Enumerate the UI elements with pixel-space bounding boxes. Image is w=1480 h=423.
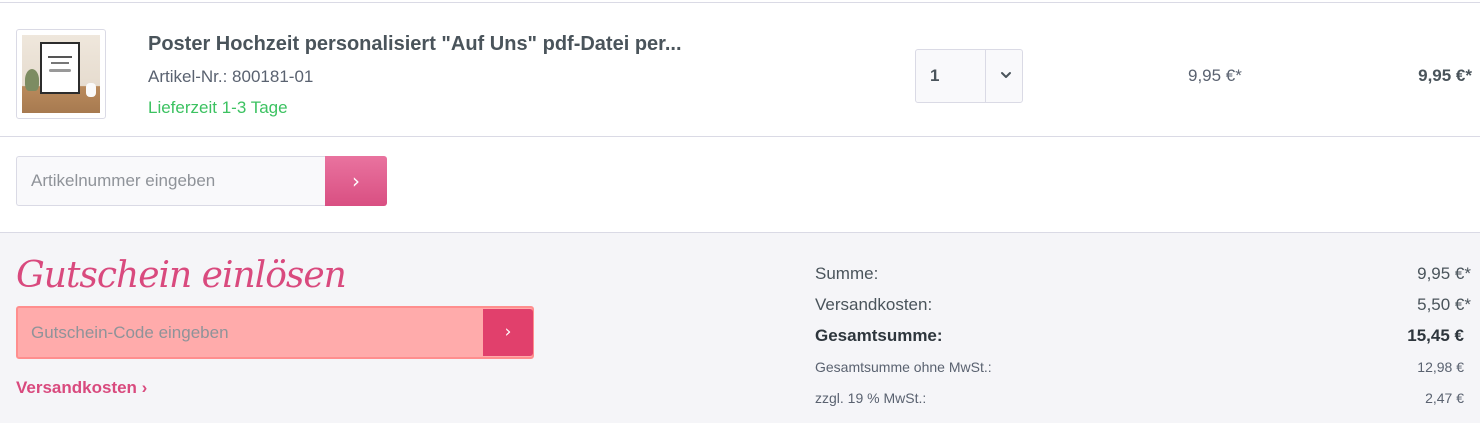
shipping-costs-link[interactable]: Versandkosten › — [16, 378, 147, 398]
row-divider — [0, 136, 1480, 137]
chevron-right-icon: › — [352, 169, 360, 193]
product-thumbnail[interactable] — [16, 29, 106, 119]
chevron-down-icon — [1001, 72, 1011, 78]
quantity-value: 1 — [930, 66, 940, 85]
poster-image — [22, 35, 100, 113]
product-title-link[interactable]: Poster Hochzeit personalisiert "Auf Uns"… — [148, 33, 682, 56]
article-number-input[interactable] — [16, 156, 326, 206]
sum-value: 9,95 €* — [1417, 264, 1471, 283]
net-label: Gesamtsumme ohne MwSt.: — [815, 359, 992, 375]
chevron-right-icon: › — [504, 322, 512, 342]
delivery-time: Lieferzeit 1-3 Tage — [148, 98, 288, 117]
sum-label: Summe: — [815, 264, 879, 283]
vase-decoration — [86, 83, 96, 97]
cart-summary-panel: Gutschein einlösen › Versandkosten › Sum… — [0, 232, 1480, 423]
voucher-code-input[interactable] — [18, 308, 481, 357]
poster-frame — [40, 42, 80, 94]
total-label: Gesamtsumme: — [815, 326, 943, 345]
quantity-divider — [985, 50, 986, 102]
voucher-heading: Gutschein einlösen — [16, 255, 347, 296]
unit-price: 9,95 €* — [1188, 66, 1242, 85]
line-total-price: 9,95 €* — [1418, 66, 1472, 85]
tax-label: zzgl. 19 % MwSt.: — [815, 390, 927, 406]
voucher-form: › — [16, 306, 534, 359]
add-product-button[interactable]: › — [325, 156, 387, 206]
voucher-submit-button[interactable]: › — [483, 309, 533, 356]
plant-decoration — [25, 69, 39, 91]
tax-value: 2,47 € — [1425, 390, 1464, 406]
article-number: Artikel-Nr.: 800181-01 — [148, 67, 314, 86]
shipping-label: Versandkosten: — [815, 295, 933, 314]
net-value: 12,98 € — [1417, 359, 1464, 375]
top-divider — [0, 2, 1480, 3]
quantity-select[interactable]: 1 — [915, 49, 1023, 103]
shipping-value: 5,50 €* — [1417, 295, 1471, 314]
total-value: 15,45 € — [1407, 326, 1464, 345]
